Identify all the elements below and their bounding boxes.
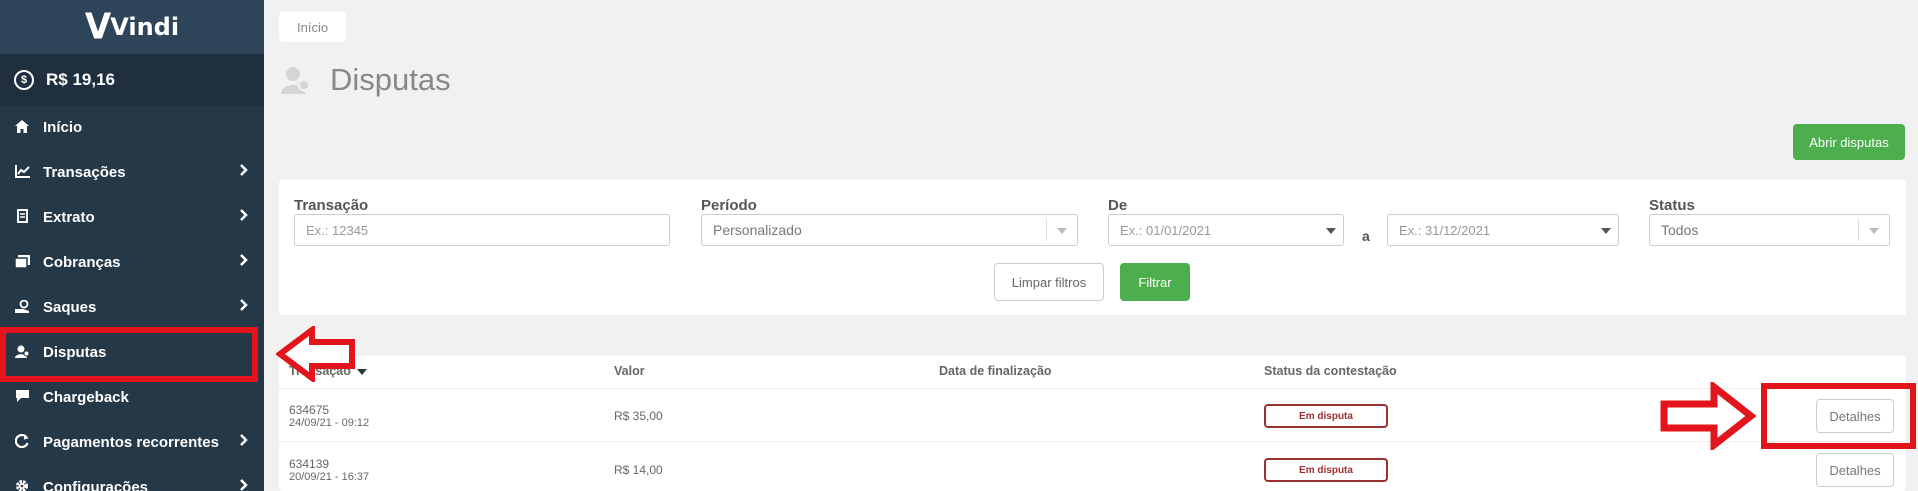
gear-icon [14,479,30,491]
date-to-placeholder: Ex.: 31/12/2021 [1399,222,1491,238]
balance-display[interactable]: $ R$ 19,16 [0,54,264,106]
page-header: Disputas [280,62,451,98]
filter-button[interactable]: Filtrar [1120,263,1190,301]
arrow-right-icon [1660,382,1756,450]
chevron-right-icon [240,209,248,221]
sidebar-item-configuracoes[interactable]: Configurações [0,465,264,491]
sidebar-item-label: Início [43,119,83,136]
sidebar-item-label: Configurações [43,479,149,491]
chevron-right-icon [240,434,248,446]
dropdown-separator [1858,219,1859,241]
invoice-icon [13,254,30,271]
sidebar-item-cobrancas[interactable]: Cobranças [0,240,264,285]
chart-line-icon [14,164,30,181]
chevron-down-icon [1326,228,1336,234]
breadcrumb[interactable]: Início [279,12,347,42]
chevron-down-icon [1601,228,1611,234]
period-select[interactable]: Personalizado [701,214,1078,246]
highlight-box-details [1761,383,1916,449]
arrow-left-icon [276,326,355,382]
sidebar-item-transacoes[interactable]: Transações [0,150,264,195]
sidebar-item-extrato[interactable]: Extrato [0,195,264,240]
status-badge: Em disputa [1264,404,1388,428]
column-header-data-finalizacao: Data de finalização [939,364,1052,378]
sidebar-item-saques[interactable]: Saques [0,285,264,330]
chevron-right-icon [240,479,248,491]
sidebar-item-label: Chargeback [43,389,129,406]
period-value: Personalizado [713,222,802,238]
clear-filters-button[interactable]: Limpar filtros [994,263,1104,301]
transaction-cell: 634139 20/09/21 - 16:37 [289,457,369,483]
date-range-separator: a [1362,228,1370,244]
chevron-down-icon [1057,228,1067,234]
sidebar-item-label: Saques [43,299,97,316]
period-filter-label: Período [701,197,757,214]
page-title: Disputas [330,62,451,97]
sidebar-item-inicio[interactable]: Início [0,105,264,150]
date-from-label: De [1108,197,1128,214]
logo-mark: V [84,6,111,48]
withdraw-icon [14,299,30,316]
dropdown-separator [1046,219,1047,241]
column-header-status: Status da contestação [1264,364,1397,378]
transaction-date: 24/09/21 - 09:12 [289,417,370,429]
chevron-right-icon [240,299,248,311]
sort-desc-icon [356,368,367,375]
user-dispute-icon [281,67,310,94]
value-cell: R$ 14,00 [614,463,663,477]
balance-value: R$ 19,16 [46,70,115,89]
chat-bubble-icon [14,389,30,406]
chevron-right-icon [240,164,248,176]
value-cell: R$ 35,00 [614,409,663,423]
logo-text: Vindi [110,13,180,41]
money-cycle-icon: $ [14,70,34,90]
transaction-id: 634139 [289,457,330,471]
date-from-input[interactable]: Ex.: 01/01/2021 [1108,214,1344,246]
sidebar-item-label: Pagamentos recorrentes [43,434,219,451]
status-value: Todos [1661,222,1699,238]
document-icon [14,209,30,226]
vindi-logo[interactable]: V Vindi [84,6,180,48]
sidebar-item-label: Transações [43,164,126,181]
status-badge: Em disputa [1264,458,1388,482]
status-select[interactable]: Todos [1649,214,1890,246]
logo-area: V Vindi [0,0,264,54]
column-header-valor: Valor [614,364,645,378]
chevron-down-icon [1869,228,1879,234]
details-button[interactable]: Detalhes [1816,453,1894,487]
sidebar: V Vindi $ R$ 19,16 Início Transações Ext… [0,0,264,491]
refresh-icon [14,433,30,451]
sidebar-item-pagamentos-recorrentes[interactable]: Pagamentos recorrentes [0,420,264,465]
date-to-input[interactable]: Ex.: 31/12/2021 [1387,214,1619,246]
sidebar-item-label: Cobranças [43,254,121,271]
home-icon [14,119,30,136]
transaction-input[interactable]: Ex.: 12345 [294,214,670,246]
open-disputes-button[interactable]: Abrir disputas [1793,124,1905,160]
date-from-placeholder: Ex.: 01/01/2021 [1120,222,1212,238]
chevron-right-icon [240,254,248,266]
transaction-date: 20/09/21 - 16:37 [289,471,370,483]
highlight-box-disputas [0,327,258,382]
breadcrumb-home-link[interactable]: Início [297,20,328,35]
transaction-filter-label: Transação [294,197,369,214]
status-filter-label: Status [1649,197,1695,214]
transaction-cell: 634675 24/09/21 - 09:12 [289,403,369,429]
sidebar-item-label: Extrato [43,209,95,226]
transaction-placeholder: Ex.: 12345 [306,222,369,238]
transaction-id: 634675 [289,403,330,417]
